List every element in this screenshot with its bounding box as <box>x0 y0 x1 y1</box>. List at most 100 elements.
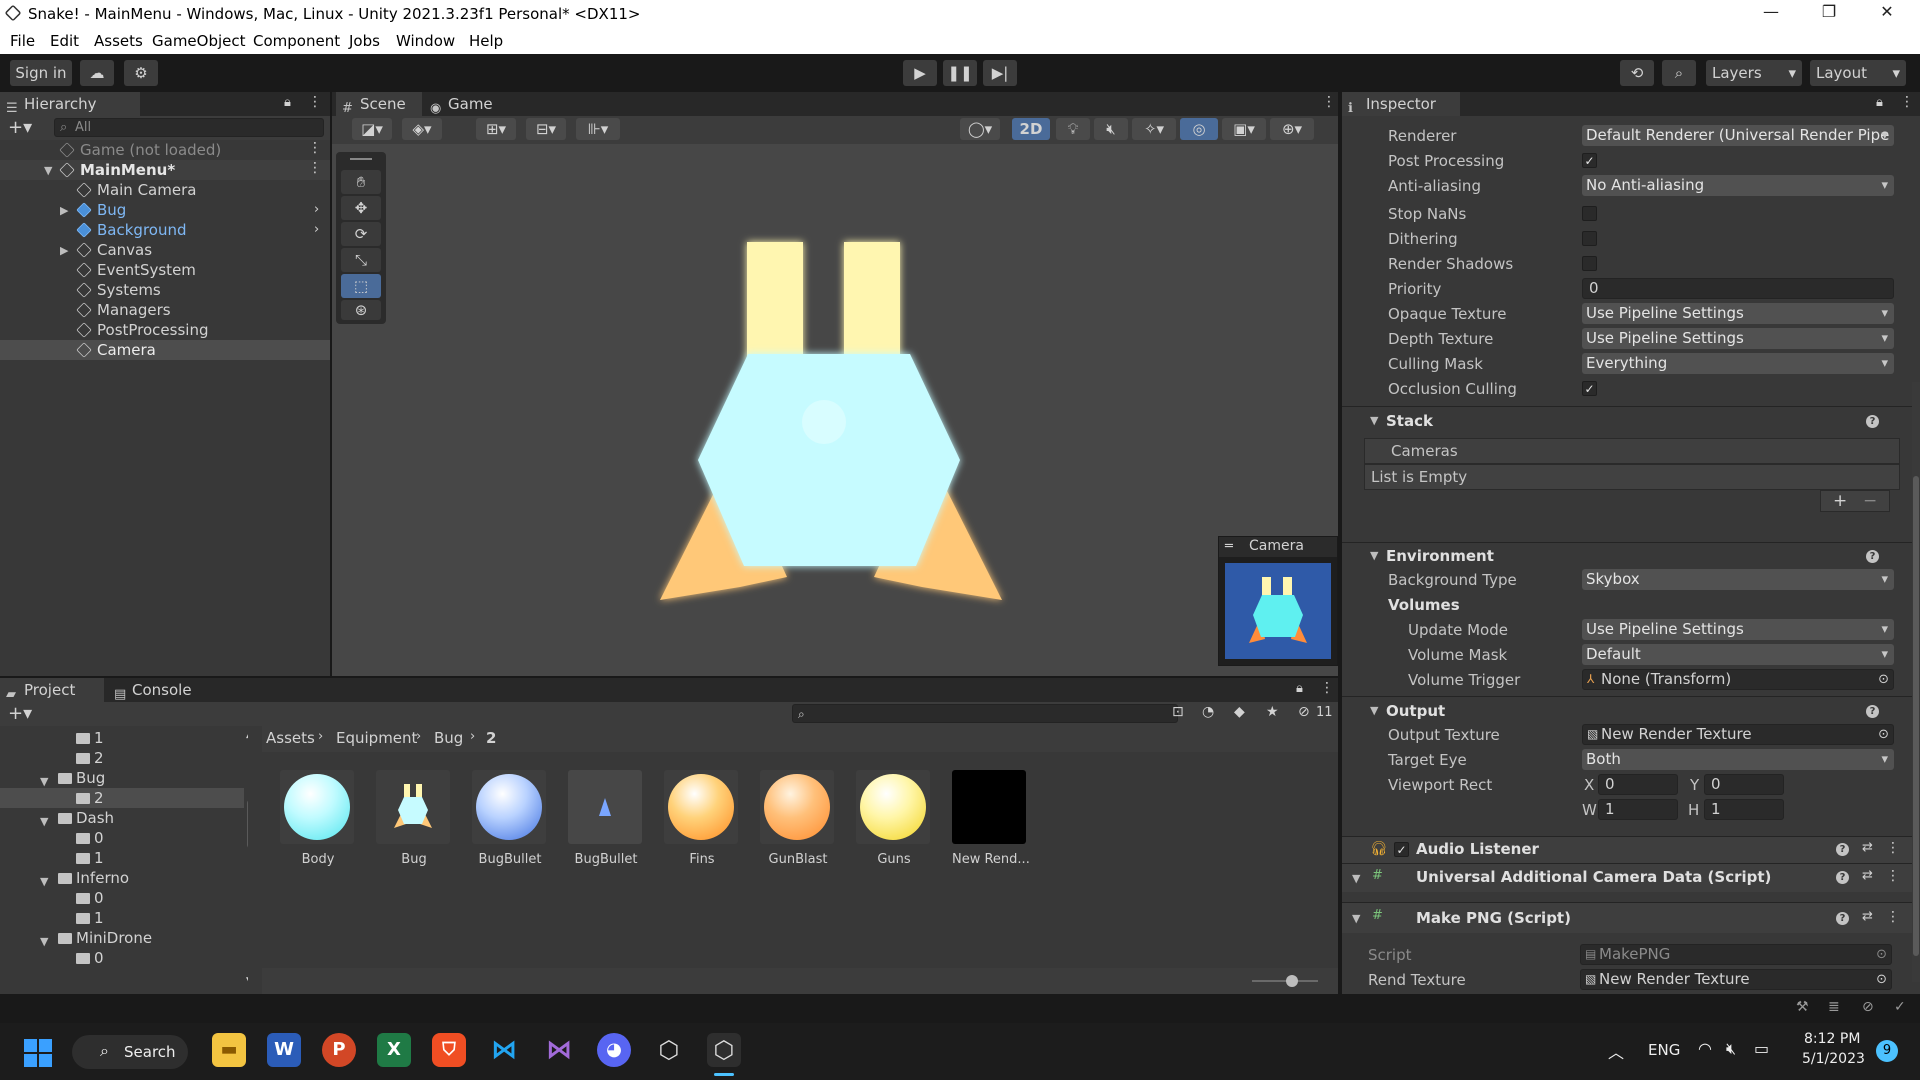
audio-listener-checkbox[interactable]: ✓ <box>1394 842 1409 857</box>
collapse-arrow-icon[interactable]: ▶ <box>60 204 68 217</box>
menu-file[interactable]: File <box>10 32 35 50</box>
effects-icon[interactable]: ✧▾ <box>1132 118 1176 140</box>
viewport-y-field[interactable]: 0 <box>1704 774 1784 795</box>
transform-tool-icon[interactable]: ⊛ <box>341 300 381 320</box>
minimize-button[interactable]: — <box>1742 2 1800 26</box>
makepng-header[interactable]: ▼ # Make PNG (Script) ? ⇄ ⋮ <box>1342 903 1912 933</box>
kebab-menu-icon[interactable]: ⋮ <box>1320 680 1334 696</box>
kebab-menu-icon[interactable]: ⋮ <box>1886 868 1900 884</box>
file-explorer-icon[interactable]: ▬ <box>212 1033 246 1067</box>
zoom-slider-thumb[interactable] <box>1286 975 1298 987</box>
tab-project[interactable]: ▰ Project <box>0 678 104 702</box>
hierarchy-search-input[interactable]: ⌕ All <box>54 118 324 137</box>
tree-row-background[interactable]: Background › <box>0 220 330 240</box>
menu-assets[interactable]: Assets <box>94 32 143 50</box>
chevron-right-icon[interactable]: › <box>314 202 319 217</box>
network-off-icon[interactable]: ⊘ <box>1862 999 1874 1015</box>
tree-item[interactable]: 0 <box>0 888 248 908</box>
culling-mask-dropdown[interactable]: Everything <box>1582 353 1894 374</box>
lock-icon[interactable]: 🔒︎ <box>1876 95 1883 110</box>
render-mode-icon[interactable]: ◯▾ <box>960 118 1000 140</box>
depth-texture-dropdown[interactable]: Use Pipeline Settings <box>1582 328 1894 349</box>
object-picker-icon[interactable]: ⊙ <box>1878 725 1889 744</box>
foldout-arrow-icon[interactable]: ▼ <box>1370 549 1378 562</box>
excel-icon[interactable]: X <box>377 1033 411 1067</box>
rotate-tool-icon[interactable]: ⟳ <box>341 222 381 246</box>
close-button[interactable]: ✕ <box>1858 2 1916 26</box>
clock-time[interactable]: 8:12 PM <box>1804 1031 1860 1047</box>
volume-mute-icon[interactable]: 🔇︎ <box>1726 1039 1736 1059</box>
menu-component[interactable]: Component <box>253 32 340 50</box>
grid-visible-icon[interactable]: ⊟▾ <box>526 118 566 140</box>
stack-header[interactable]: Stack <box>1386 412 1433 430</box>
audio-listener-header[interactable]: 🎧︎ ✓ Audio Listener ? ⇄ ⋮ <box>1342 837 1912 863</box>
camera-icon[interactable]: ▣▾ <box>1222 118 1266 140</box>
search-icon[interactable]: ⌕ <box>1662 60 1696 86</box>
add-icon[interactable]: + <box>1833 491 1847 511</box>
dithering-checkbox[interactable] <box>1582 231 1597 246</box>
presets-icon[interactable]: ⇄ <box>1862 909 1873 924</box>
asset-new-render-texture[interactable]: New Rend... <box>952 770 1030 867</box>
breadcrumb-equipment[interactable]: Equipment <box>336 729 417 747</box>
history-icon[interactable]: ⟲ <box>1620 60 1654 86</box>
layout-dropdown[interactable]: Layout ▾ <box>1810 60 1906 86</box>
increment-snap-icon[interactable]: ⊪▾ <box>576 118 620 140</box>
star-icon[interactable]: ★ <box>1266 704 1279 720</box>
project-search-input[interactable]: ⌕ <box>792 704 1178 723</box>
background-type-dropdown[interactable]: Skybox <box>1582 569 1894 590</box>
foldout-arrow-icon[interactable]: ▼ <box>1370 414 1378 427</box>
tree-row-camera[interactable]: Camera <box>0 340 330 360</box>
cloud-icon[interactable]: ☁ <box>80 60 114 86</box>
environment-header[interactable]: Environment <box>1386 547 1494 565</box>
menu-gameobject[interactable]: GameObject <box>152 32 246 50</box>
language-indicator[interactable]: ENG <box>1648 1041 1680 1059</box>
collab-icon[interactable]: ⚙ <box>124 60 158 86</box>
toggle-2d-button[interactable]: 2D <box>1012 118 1050 140</box>
foldout-arrow-icon[interactable]: ▼ <box>1352 872 1360 885</box>
lock-icon[interactable]: 🔒︎ <box>284 95 291 110</box>
breadcrumb-current[interactable]: 2 <box>486 729 496 747</box>
shading-icon[interactable]: ◈▾ <box>402 118 442 140</box>
notification-badge[interactable]: 9 <box>1876 1040 1898 1062</box>
grid-snap-icon[interactable]: ⊞▾ <box>476 118 516 140</box>
post-processing-checkbox[interactable]: ✓ <box>1582 153 1597 168</box>
filter-type-icon[interactable]: ◔ <box>1202 704 1214 720</box>
tree-row-bug[interactable]: ▶ Bug › <box>0 200 330 220</box>
stop-nans-checkbox[interactable] <box>1582 206 1597 221</box>
output-header[interactable]: Output <box>1386 702 1445 720</box>
help-icon[interactable]: ? <box>1866 550 1879 563</box>
audio-icon[interactable]: 🔇︎ <box>1094 118 1128 140</box>
battery-icon[interactable]: ▭ <box>1754 1039 1769 1058</box>
tree-row-systems[interactable]: Systems <box>0 280 330 300</box>
unity-editor-icon[interactable]: ⬡ <box>707 1033 741 1067</box>
tree-row-eventsystem[interactable]: EventSystem <box>0 260 330 280</box>
move-tool-icon[interactable]: ✥ <box>341 196 381 220</box>
check-circle-icon[interactable]: ✓ <box>1894 999 1906 1015</box>
scrollbar-thumb[interactable] <box>1913 476 1919 956</box>
taskbar-search[interactable]: ⌕ Search <box>72 1035 188 1069</box>
asset-fins[interactable]: Fins <box>664 770 740 867</box>
scrollbar-thumb[interactable] <box>247 800 248 848</box>
tab-game[interactable]: ◉ Game <box>424 92 504 116</box>
help-icon[interactable]: ? <box>1836 843 1849 856</box>
kebab-menu-icon[interactable]: ⋮ <box>1886 840 1900 856</box>
chevron-right-icon[interactable]: › <box>314 222 319 237</box>
kebab-menu-icon[interactable]: ⋮ <box>1322 94 1336 110</box>
kebab-menu-icon[interactable]: ⋮ <box>308 94 322 110</box>
viewport-w-field[interactable]: 1 <box>1598 799 1678 820</box>
discord-icon[interactable]: ◕ <box>597 1033 631 1067</box>
expand-arrow-icon[interactable]: ▼ <box>44 164 52 177</box>
help-icon[interactable]: ? <box>1866 415 1879 428</box>
kebab-menu-icon[interactable]: ⋮ <box>308 160 322 176</box>
brave-icon[interactable]: ⛉ <box>432 1033 466 1067</box>
zoom-slider-track[interactable] <box>1252 980 1318 982</box>
volume-mask-dropdown[interactable]: Default <box>1582 644 1894 665</box>
search-type-icon[interactable]: ⊡ <box>1172 704 1184 720</box>
drag-handle-icon[interactable]: ═ <box>1225 539 1233 554</box>
object-picker-icon[interactable]: ⊙ <box>1878 670 1889 689</box>
viewport-h-field[interactable]: 1 <box>1704 799 1784 820</box>
clock-date[interactable]: 5/1/2023 <box>1802 1051 1865 1067</box>
menu-help[interactable]: Help <box>469 32 503 50</box>
kebab-menu-icon[interactable]: ⋮ <box>308 140 322 156</box>
tree-row-managers[interactable]: Managers <box>0 300 330 320</box>
